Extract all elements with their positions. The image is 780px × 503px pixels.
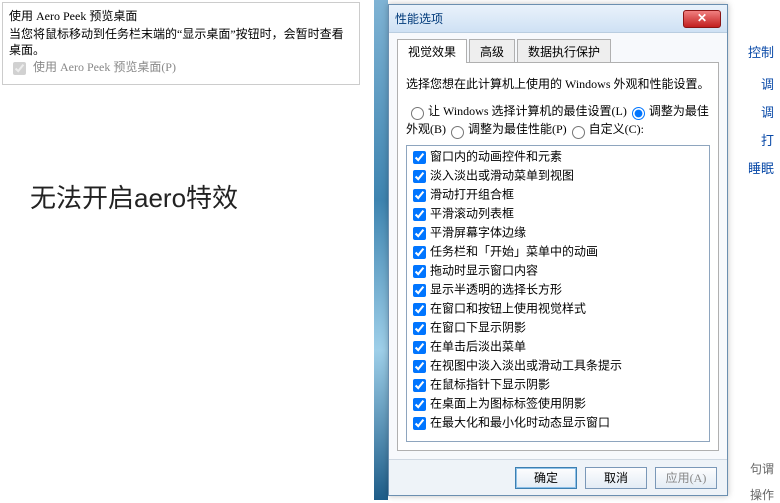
dialog-titlebar: 性能选项 ✕	[389, 5, 727, 33]
tab-visual-effects[interactable]: 视觉效果	[397, 39, 467, 63]
side-link[interactable]: 调	[761, 102, 774, 121]
option-checkbox[interactable]	[413, 379, 426, 392]
side-link[interactable]: 睡眠	[748, 158, 774, 177]
option-label: 在鼠标指针下显示阴影	[430, 377, 550, 391]
tab-dep[interactable]: 数据执行保护	[517, 39, 611, 63]
option-row[interactable]: 平滑屏幕字体边缘	[409, 224, 707, 243]
option-row[interactable]: 在单击后淡出菜单	[409, 338, 707, 357]
option-label: 在最大化和最小化时动态显示窗口	[430, 415, 610, 429]
tab-strip: 视觉效果 高级 数据执行保护	[397, 39, 719, 63]
aero-peek-checkbox-label: 使用 Aero Peek 预览桌面(P)	[33, 60, 176, 74]
option-label: 显示半透明的选择长方形	[430, 282, 562, 296]
close-button[interactable]: ✕	[683, 10, 721, 28]
aero-peek-desc: 当您将鼠标移动到任务栏末端的“显示桌面”按钮时，会暂时查看桌面。	[9, 26, 353, 58]
option-row[interactable]: 滑动打开组合框	[409, 186, 707, 205]
option-row[interactable]: 拖动时显示窗口内容	[409, 262, 707, 281]
option-row[interactable]: 平滑滚动列表框	[409, 205, 707, 224]
tab-advanced[interactable]: 高级	[469, 39, 515, 63]
option-checkbox[interactable]	[413, 227, 426, 240]
radio-label: 让 Windows 选择计算机的最佳设置(L)	[428, 104, 627, 118]
option-checkbox[interactable]	[413, 398, 426, 411]
options-listbox[interactable]: 窗口内的动画控件和元素淡入淡出或滑动菜单到视图滑动打开组合框平滑滚动列表框平滑屏…	[406, 145, 710, 443]
panel-description: 选择您想在此计算机上使用的 Windows 外观和性能设置。	[406, 75, 710, 92]
option-row[interactable]: 窗口内的动画控件和元素	[409, 148, 707, 167]
option-checkbox[interactable]	[413, 417, 426, 430]
option-label: 窗口内的动画控件和元素	[430, 149, 562, 163]
option-row[interactable]: 在窗口和按钮上使用视觉样式	[409, 300, 707, 319]
dialog-body: 视觉效果 高级 数据执行保护 选择您想在此计算机上使用的 Windows 外观和…	[389, 33, 727, 459]
radio-input[interactable]	[572, 126, 585, 139]
option-row[interactable]: 在鼠标指针下显示阴影	[409, 376, 707, 395]
dialog-footer: 确定 取消 应用(A)	[389, 459, 727, 495]
radio-label: 自定义(C):	[589, 122, 644, 136]
side-gray-text: 句谓	[750, 460, 774, 477]
option-checkbox[interactable]	[413, 189, 426, 202]
option-checkbox[interactable]	[413, 303, 426, 316]
apply-button[interactable]: 应用(A)	[655, 467, 717, 489]
performance-options-dialog: 性能选项 ✕ 视觉效果 高级 数据执行保护 选择您想在此计算机上使用的 Wind…	[388, 4, 728, 496]
option-row[interactable]: 在窗口下显示阴影	[409, 319, 707, 338]
option-checkbox[interactable]	[413, 151, 426, 164]
radio-input[interactable]	[632, 107, 645, 120]
option-row[interactable]: 淡入淡出或滑动菜单到视图	[409, 167, 707, 186]
option-checkbox[interactable]	[413, 246, 426, 259]
option-label: 滑动打开组合框	[430, 187, 514, 201]
side-link[interactable]: 调	[761, 74, 774, 93]
ok-button[interactable]: 确定	[515, 467, 577, 489]
option-label: 拖动时显示窗口内容	[430, 263, 538, 277]
tab-panel-visual-effects: 选择您想在此计算机上使用的 Windows 外观和性能设置。 让 Windows…	[397, 62, 719, 451]
option-label: 淡入淡出或滑动菜单到视图	[430, 168, 574, 182]
aero-peek-checkbox-row[interactable]: 使用 Aero Peek 预览桌面(P)	[9, 60, 176, 74]
option-checkbox[interactable]	[413, 341, 426, 354]
cancel-button[interactable]: 取消	[585, 467, 647, 489]
side-link[interactable]: 打	[761, 130, 774, 149]
radio-group: 让 Windows 选择计算机的最佳设置(L)调整为最佳外观(B)调整为最佳性能…	[406, 102, 710, 139]
desktop-strip	[374, 0, 388, 500]
option-label: 平滑屏幕字体边缘	[430, 225, 526, 239]
radio-input[interactable]	[451, 126, 464, 139]
option-label: 在单击后淡出菜单	[430, 339, 526, 353]
option-label: 在桌面上为图标标签使用阴影	[430, 396, 586, 410]
annotation-text: 无法开启aero特效	[30, 178, 238, 215]
option-label: 任务栏和「开始」菜单中的动画	[430, 244, 598, 258]
option-row[interactable]: 在最大化和最小化时动态显示窗口	[409, 414, 707, 433]
radio-input[interactable]	[411, 107, 424, 120]
option-checkbox[interactable]	[413, 170, 426, 183]
option-label: 在视图中淡入淡出或滑动工具条提示	[430, 358, 622, 372]
option-label: 在窗口下显示阴影	[430, 320, 526, 334]
option-checkbox[interactable]	[413, 322, 426, 335]
option-row[interactable]: 任务栏和「开始」菜单中的动画	[409, 243, 707, 262]
radio-option[interactable]: 自定义(C):	[567, 122, 644, 136]
side-link[interactable]: 控制	[748, 42, 774, 61]
option-row[interactable]: 显示半透明的选择长方形	[409, 281, 707, 300]
option-checkbox[interactable]	[413, 284, 426, 297]
option-label: 在窗口和按钮上使用视觉样式	[430, 301, 586, 315]
aero-peek-checkbox[interactable]	[13, 62, 26, 75]
radio-label: 调整为最佳性能(P)	[468, 122, 567, 136]
option-row[interactable]: 在视图中淡入淡出或滑动工具条提示	[409, 357, 707, 376]
option-checkbox[interactable]	[413, 208, 426, 221]
side-gray-text: 操作	[750, 486, 774, 503]
option-label: 平滑滚动列表框	[430, 206, 514, 220]
radio-option[interactable]: 让 Windows 选择计算机的最佳设置(L)	[406, 104, 627, 118]
option-checkbox[interactable]	[413, 360, 426, 373]
option-row[interactable]: 在桌面上为图标标签使用阴影	[409, 395, 707, 414]
dialog-title: 性能选项	[395, 10, 443, 27]
aero-peek-group: 使用 Aero Peek 预览桌面 当您将鼠标移动到任务栏末端的“显示桌面”按钮…	[2, 2, 360, 85]
radio-option[interactable]: 调整为最佳性能(P)	[446, 122, 567, 136]
aero-peek-title: 使用 Aero Peek 预览桌面	[9, 7, 353, 24]
option-checkbox[interactable]	[413, 265, 426, 278]
